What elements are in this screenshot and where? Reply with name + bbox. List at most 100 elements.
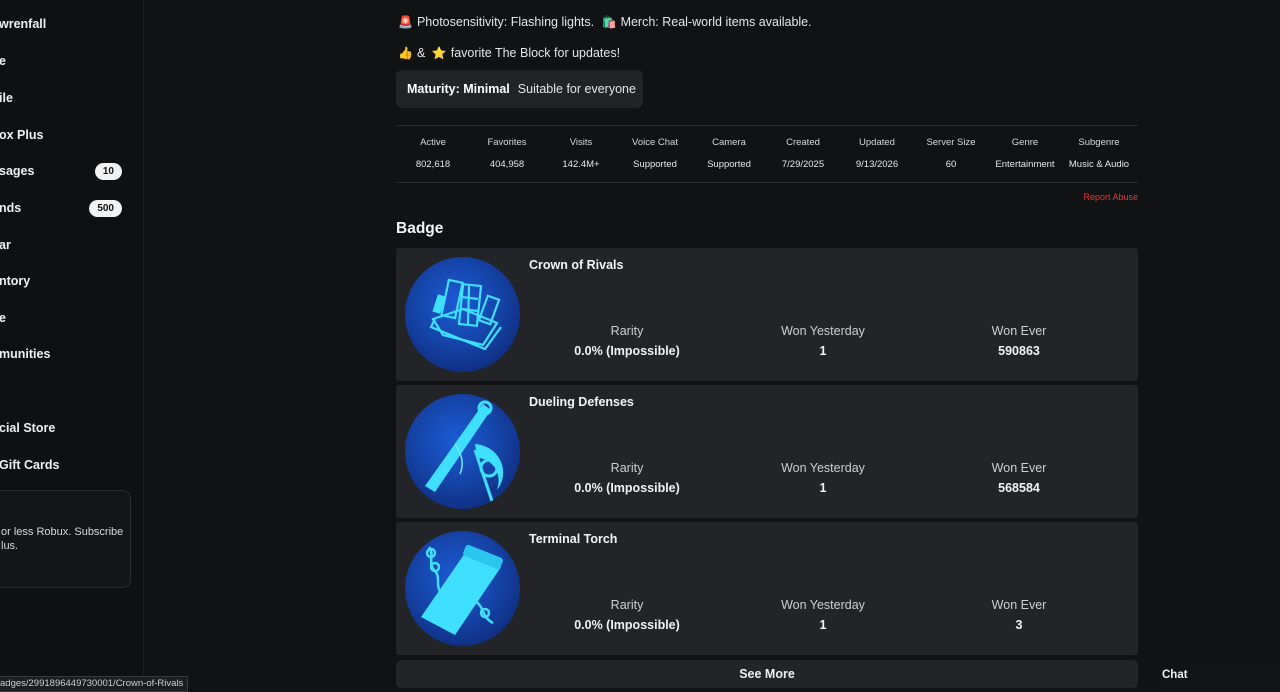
won-yesterday-label: Won Yesterday	[781, 324, 865, 338]
badge-name[interactable]: Dueling Defenses	[529, 395, 634, 409]
sidebar-item-label: nds	[0, 201, 22, 215]
won-yesterday-value: 1	[819, 481, 827, 495]
stat-key: Camera	[712, 137, 746, 148]
sidebar: wrenfall e ile ox Plus sages 10 nds 500 ar…	[0, 0, 144, 692]
won-ever-value: 590863	[998, 344, 1040, 358]
sidebar-item-label: ox Plus	[0, 128, 44, 142]
badge-rarity: Rarity 0.0% (Impossible)	[527, 461, 727, 495]
badge-name[interactable]: Crown of Rivals	[529, 258, 623, 272]
sidebar-item-label: ntory	[0, 274, 31, 288]
siren-icon: 🚨	[398, 15, 413, 29]
rarity-label: Rarity	[610, 461, 644, 475]
badge-rarity: Rarity 0.0% (Impossible)	[527, 324, 727, 358]
won-ever-label: Won Ever	[991, 324, 1047, 338]
stat-key: Server Size	[926, 137, 976, 148]
stat-value: Entertainment	[995, 159, 1055, 170]
won-ever-label: Won Ever	[991, 598, 1047, 612]
friends-count-badge: 500	[89, 199, 122, 217]
chat-button[interactable]: Chat	[1155, 660, 1280, 692]
stat-key: Created	[786, 137, 820, 148]
chat-label: Chat	[1162, 669, 1188, 681]
shopping-bags-icon: 🛍️	[601, 15, 617, 29]
sidebar-item-messages[interactable]: sages 10	[0, 156, 130, 186]
main-content: 🚨 Photosensitivity: Flashing lights. 🛍️ Me…	[396, 0, 1138, 692]
badge-name[interactable]: Terminal Torch	[529, 532, 617, 546]
stat-value: 142.4M+	[562, 159, 600, 170]
description-line-2: 👍 & ⭐ favorite The Block for updates!	[398, 46, 620, 60]
report-abuse-link[interactable]: Report Abuse	[1083, 192, 1138, 202]
stat-value: 9/13/2026	[855, 159, 899, 170]
stat-value: 802,618	[415, 159, 451, 170]
dueling-defenses-icon	[405, 394, 520, 509]
sidebar-item-profile[interactable]: ile	[0, 83, 130, 113]
rarity-value: 0.0% (Impossible)	[574, 344, 680, 358]
sidebar-item-avatar[interactable]: ar	[0, 230, 130, 260]
stat-key: Favorites	[487, 137, 527, 148]
sidebar-item-gift-cards[interactable]: Gift Cards	[0, 450, 130, 480]
stat-value: Supported	[633, 159, 677, 170]
see-more-button[interactable]: See More	[396, 660, 1138, 688]
rarity-value: 0.0% (Impossible)	[574, 481, 680, 495]
stat-value: 60	[945, 159, 957, 170]
stat-value: Music & Audio	[1068, 159, 1130, 170]
stat-key: Visits	[569, 137, 593, 148]
stat-value: Supported	[707, 159, 751, 170]
stat-key: Voice Chat	[632, 137, 678, 148]
sidebar-item-roblox-plus[interactable]: ox Plus	[0, 120, 130, 150]
won-ever-value: 568584	[998, 481, 1040, 495]
thumbs-up-icon: 👍	[398, 46, 413, 60]
stat-value: 404,958	[489, 159, 525, 170]
won-ever-label: Won Ever	[991, 461, 1047, 475]
sidebar-item-label: Gift Cards	[0, 458, 60, 472]
sidebar-item-friends[interactable]: nds 500	[0, 193, 130, 223]
merch-text: Merch: Real-world items available.	[620, 15, 812, 29]
star-icon: ⭐	[431, 46, 447, 60]
sidebar-item-label: ile	[0, 91, 13, 105]
badge-won-ever: Won Ever 590863	[919, 324, 1119, 358]
badge-card[interactable]: Dueling Defenses Rarity 0.0% (Impossible)…	[396, 385, 1138, 518]
badge-rarity: Rarity 0.0% (Impossible)	[527, 598, 727, 632]
stat-value: 7/29/2025	[781, 159, 825, 170]
won-ever-value: 3	[1015, 618, 1023, 632]
badge-card[interactable]: Crown of Rivals Rarity 0.0% (Impossible) …	[396, 248, 1138, 381]
sidebar-item-label: e	[0, 54, 6, 68]
badges-section-title: Badge	[396, 220, 444, 237]
rarity-label: Rarity	[610, 598, 644, 612]
experience-stats: Active 802,618 Favorites 404,958 Visits 142…	[396, 125, 1138, 183]
premium-promo-box[interactable]: or less Robux. Subscribe lus.	[0, 490, 131, 588]
sidebar-item-label: e	[0, 311, 6, 325]
maturity-label: Maturity: Minimal	[407, 82, 510, 96]
sidebar-item-profile-name[interactable]: wrenfall	[0, 9, 130, 39]
badge-won-ever: Won Ever 568584	[919, 461, 1119, 495]
favorite-text: favorite The Block for updates!	[450, 46, 621, 60]
sidebar-item-label: sages	[0, 164, 35, 178]
badge-card[interactable]: Terminal Torch Rarity 0.0% (Impossible) W…	[396, 522, 1138, 655]
sidebar-item-label: wrenfall	[0, 17, 47, 31]
premium-promo-text: or less Robux. Subscribe lus.	[1, 526, 124, 552]
sidebar-item-label: munities	[0, 347, 51, 361]
sidebar-item-inventory[interactable]: ntory	[0, 266, 130, 296]
won-yesterday-label: Won Yesterday	[781, 598, 865, 612]
sidebar-item-trade[interactable]: e	[0, 303, 130, 333]
stat-key: Updated	[859, 137, 895, 148]
photosensitivity-text: Photosensitivity: Flashing lights.	[416, 15, 595, 29]
maturity-value: Suitable for everyone	[517, 82, 636, 96]
maturity-rating: Maturity: Minimal Suitable for everyone	[396, 70, 643, 108]
sidebar-item-communities[interactable]: munities	[0, 339, 130, 369]
terminal-torch-icon	[405, 531, 520, 646]
stat-key: Active	[420, 137, 446, 148]
crown-of-rivals-icon	[405, 257, 520, 372]
rarity-label: Rarity	[610, 324, 644, 338]
sidebar-item-label: ar	[0, 238, 11, 252]
badge-won-yesterday: Won Yesterday 1	[723, 324, 923, 358]
won-yesterday-label: Won Yesterday	[781, 461, 865, 475]
sidebar-item-official-store[interactable]: cial Store	[0, 413, 130, 443]
badge-won-ever: Won Ever 3	[919, 598, 1119, 632]
badge-won-yesterday: Won Yesterday 1	[723, 461, 923, 495]
rarity-value: 0.0% (Impossible)	[574, 618, 680, 632]
sidebar-item-label: cial Store	[0, 421, 56, 435]
sidebar-item-home[interactable]: e	[0, 46, 130, 76]
badge-won-yesterday: Won Yesterday 1	[723, 598, 923, 632]
description-line-1: 🚨 Photosensitivity: Flashing lights. 🛍️ Me…	[398, 15, 812, 29]
stat-key: Genre	[1011, 137, 1039, 148]
